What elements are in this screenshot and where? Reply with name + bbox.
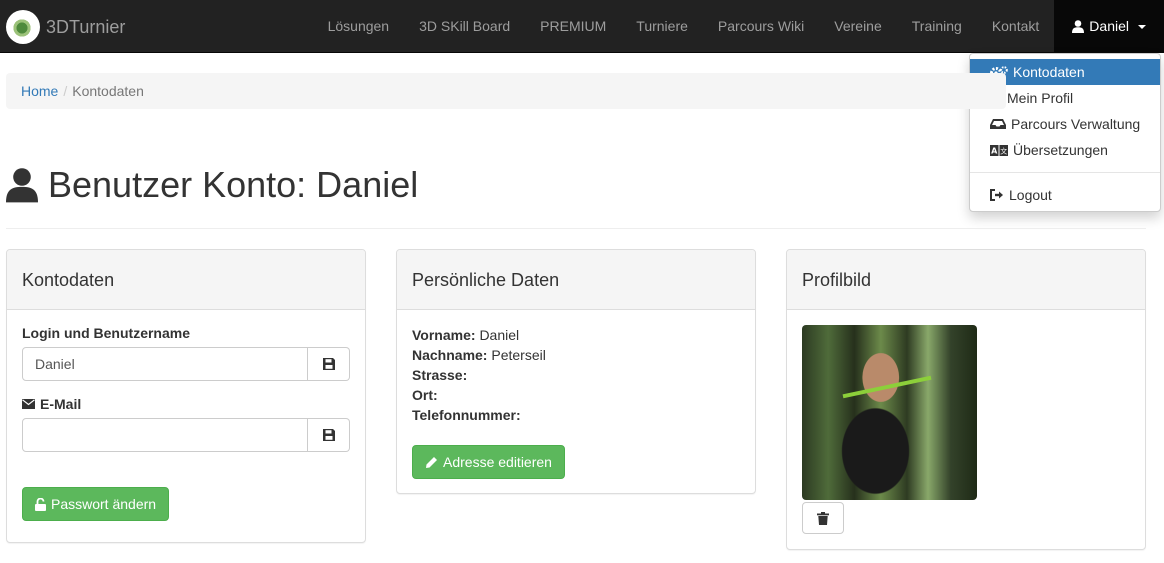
firstname-row: Vorname: Daniel: [412, 325, 740, 345]
trash-icon: [817, 511, 829, 525]
menu-item-label: Kontodaten: [1013, 64, 1085, 80]
change-password-label: Passwort ändern: [51, 496, 157, 512]
delete-photo-button[interactable]: [802, 502, 844, 534]
user-menu-toggle[interactable]: Daniel: [1054, 0, 1164, 53]
translate-icon: A文: [990, 144, 1008, 156]
menu-item-label: Logout: [1009, 187, 1052, 203]
menu-item-uebersetzungen[interactable]: A文 Übersetzungen: [970, 137, 1160, 163]
field-key: Strasse:: [412, 367, 468, 383]
login-input[interactable]: Daniel: [22, 347, 308, 381]
nav-item-skill-board[interactable]: 3D SKill Board: [404, 0, 525, 53]
breadcrumb-separator: /: [63, 83, 68, 99]
phone-row: Telefonnummer:: [412, 405, 740, 425]
edit-address-button[interactable]: Adresse editieren: [412, 445, 565, 479]
pencil-icon: [425, 456, 438, 469]
edit-address-label: Adresse editieren: [443, 454, 552, 470]
brand[interactable]: 3DTurnier: [6, 9, 125, 45]
field-value: Daniel: [479, 327, 520, 343]
email-label: E-Mail: [40, 396, 82, 412]
panel-title: Profilbild: [787, 250, 1145, 310]
panel-title: Persönliche Daten: [397, 250, 755, 310]
login-label: Login und Benutzername: [22, 325, 190, 341]
nav-item-training[interactable]: Training: [897, 0, 977, 53]
envelope-icon: [22, 399, 35, 409]
breadcrumb: Home / Kontodaten: [6, 73, 1006, 109]
city-row: Ort:: [412, 385, 740, 405]
field-key: Nachname:: [412, 347, 488, 363]
brand-name: 3DTurnier: [46, 16, 126, 37]
nav-item-parcours-wiki[interactable]: Parcours Wiki: [703, 0, 819, 53]
unlock-icon: [35, 497, 46, 511]
menu-item-label: Mein Profil: [1007, 90, 1074, 106]
nav-item-kontakt[interactable]: Kontakt: [977, 0, 1054, 53]
page-title: Benutzer Konto: Daniel: [48, 164, 419, 205]
field-value: Peterseil: [491, 347, 546, 363]
navbar: 3DTurnier Lösungen 3D SKill Board PREMIU…: [0, 0, 1164, 53]
profile-photo: [802, 325, 977, 500]
inbox-icon: [990, 118, 1006, 130]
field-key: Vorname:: [412, 327, 476, 343]
menu-item-parcours-verwaltung[interactable]: Parcours Verwaltung: [970, 111, 1160, 137]
account-panel: Kontodaten Login und Benutzername Daniel…: [6, 249, 366, 543]
main-nav: Lösungen 3D SKill Board PREMIUM Turniere…: [313, 0, 1164, 53]
save-icon: [322, 429, 335, 441]
caret-down-icon: [1138, 24, 1146, 29]
menu-item-label: Übersetzungen: [1013, 142, 1108, 158]
email-input-group: [22, 418, 350, 452]
email-label-row: E-Mail: [22, 396, 350, 412]
menu-item-logout[interactable]: Logout: [970, 182, 1160, 208]
nav-item-vereine[interactable]: Vereine: [819, 0, 896, 53]
title-divider: [6, 228, 1146, 229]
nav-item-turniere[interactable]: Turniere: [621, 0, 703, 53]
email-input[interactable]: [22, 418, 308, 452]
user-menu-label: Daniel: [1089, 18, 1129, 34]
breadcrumb-current: Kontodaten: [72, 83, 144, 99]
menu-divider: [970, 172, 1160, 173]
field-key: Ort:: [412, 387, 438, 403]
breadcrumb-home-link[interactable]: Home: [21, 83, 58, 99]
personal-data-panel: Persönliche Daten Vorname: Daniel Nachna…: [396, 249, 756, 494]
nav-item-loesungen[interactable]: Lösungen: [313, 0, 405, 53]
nav-item-premium[interactable]: PREMIUM: [525, 0, 621, 53]
lastname-row: Nachname: Peterseil: [412, 345, 740, 365]
login-input-group: Daniel: [22, 347, 350, 381]
menu-item-label: Parcours Verwaltung: [1011, 116, 1141, 132]
save-icon: [322, 358, 335, 370]
logout-icon: [990, 189, 1004, 201]
save-email-button[interactable]: [308, 418, 350, 452]
page-title-row: Benutzer Konto: Daniel: [6, 164, 418, 206]
panel-title: Kontodaten: [7, 250, 365, 310]
profile-photo-panel: Profilbild: [786, 249, 1146, 550]
user-icon: [6, 167, 38, 203]
logo-icon: [6, 10, 40, 44]
save-login-button[interactable]: [308, 347, 350, 381]
street-row: Strasse:: [412, 365, 740, 385]
svg-text:文: 文: [1000, 146, 1007, 155]
change-password-button[interactable]: Passwort ändern: [22, 487, 170, 521]
user-icon: [1072, 20, 1085, 33]
field-key: Telefonnummer:: [412, 407, 521, 423]
svg-text:A: A: [991, 146, 998, 155]
